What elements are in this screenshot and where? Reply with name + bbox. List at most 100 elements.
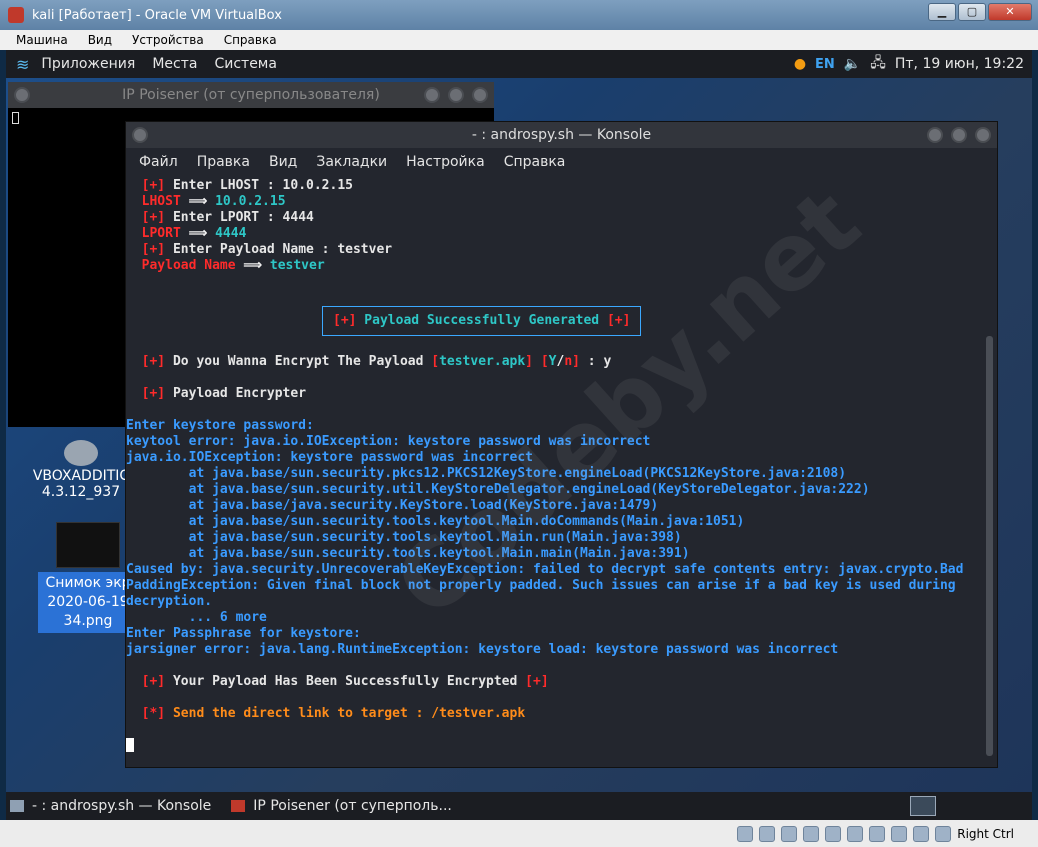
desktop-icon-vboxadditions[interactable]: VBOXADDITIC 4.3.12_937 (26, 440, 136, 500)
panel-menu-applications[interactable]: Приложения (41, 56, 135, 72)
top-panel: ≋ Приложения Места Система ● EN 🔈 🖧 Пт, … (6, 50, 1032, 78)
konsole-menu-settings[interactable]: Настройка (406, 154, 485, 170)
konsole-minimize-button[interactable] (927, 127, 943, 143)
terminal-line: [+] Payload Encrypter (141, 386, 307, 401)
terminal-line: Caused by: java.security.UnrecoverableKe… (126, 562, 964, 577)
terminal-line: [+] Enter Payload Name : testver (141, 242, 393, 257)
terminal-line: Enter keystore password: (126, 418, 314, 433)
bottom-taskbar: - : androspy.sh — Konsole IP Poisener (о… (6, 792, 1032, 820)
image-thumbnail-icon (56, 522, 120, 568)
ip-poisener-title: IP Poisener (от суперпользователя) (122, 87, 380, 103)
panel-clock[interactable]: Пт, 19 июн, 19:22 (895, 56, 1024, 72)
window-menu-icon[interactable] (14, 87, 30, 103)
terminal-line: Enter Passphrase for keystore: (126, 626, 361, 641)
konsole-menu-view[interactable]: Вид (269, 154, 297, 170)
konsole-title: - : androspy.sh — Konsole (471, 127, 652, 143)
maximize-button[interactable]: ▢ (958, 3, 986, 21)
desktop-icon-screenshot[interactable]: Снимок экр 2020-06-19 34.png (38, 522, 138, 633)
network-icon[interactable]: 🖧 (870, 52, 886, 76)
terminal-output[interactable]: [+] Enter LHOST : 10.0.2.15 LHOST ⟹ 10.0… (126, 176, 984, 767)
panel-menu-places[interactable]: Места (152, 56, 197, 72)
taskbar-item-ip-poisener[interactable]: IP Poisener (от суперполь... (231, 798, 452, 814)
display-icon[interactable] (869, 825, 886, 842)
konsole-menu-edit[interactable]: Правка (197, 154, 250, 170)
ip-poisener-titlebar: IP Poisener (от суперпользователя) (8, 82, 494, 108)
ip-minimize-button[interactable] (424, 87, 440, 103)
terminal-icon (10, 800, 24, 812)
success-banner: [+] Payload Successfully Generated [+] (322, 306, 642, 336)
taskbar-item-konsole[interactable]: - : androspy.sh — Konsole (10, 798, 211, 814)
desktop-icon-label: 4.3.12_937 (41, 484, 121, 500)
terminal-line: [*] Send the direct link to target : /te… (141, 706, 526, 721)
app-icon (231, 800, 246, 812)
terminal-cursor (126, 738, 134, 752)
minimize-button[interactable]: ▁ (928, 3, 956, 21)
network-adapter-icon[interactable] (803, 825, 820, 842)
ip-maximize-button[interactable] (448, 87, 464, 103)
window-menu-icon[interactable] (132, 127, 148, 143)
vbox-menu-machine[interactable]: Машина (16, 33, 68, 47)
ip-terminal-cursor (12, 112, 19, 124)
terminal-line: [+] Enter LPORT : 4444 (141, 210, 314, 225)
konsole-maximize-button[interactable] (951, 127, 967, 143)
terminal-line: jarsigner error: java.lang.RuntimeExcept… (126, 642, 839, 657)
scrollbar-thumb[interactable] (986, 336, 993, 756)
vbox-menu-view[interactable]: Вид (88, 33, 112, 47)
konsole-window: - : androspy.sh — Konsole Файл Правка Ви… (125, 121, 998, 768)
terminal-line: PaddingException: Given final block not … (126, 578, 956, 593)
capture-icon[interactable] (891, 825, 908, 842)
kali-menu-icon[interactable]: ≋ (16, 55, 29, 74)
floppy-icon[interactable] (781, 825, 798, 842)
ip-close-button[interactable] (472, 87, 488, 103)
terminal-line: [+] Payload Successfully Generated [+] (126, 306, 984, 338)
konsole-titlebar: - : androspy.sh — Konsole (126, 122, 997, 148)
vbox-menu-devices[interactable]: Устройства (132, 33, 204, 47)
terminal-line: at java.base/sun.security.tools.keytool.… (126, 546, 690, 561)
terminal-scrollbar[interactable] (986, 176, 993, 767)
vbox-menu-bar: Машина Вид Устройства Справка (0, 30, 1038, 50)
vbox-menu-help[interactable]: Справка (224, 33, 277, 47)
desktop-icon-label: Снимок экр 2020-06-19 34.png (38, 572, 138, 633)
terminal-line: at java.base/java.security.KeyStore.load… (126, 498, 659, 513)
konsole-menu-bookmarks[interactable]: Закладки (316, 154, 387, 170)
hdd-icon[interactable] (737, 825, 754, 842)
virtualbox-app-icon (8, 7, 24, 23)
terminal-line: keytool error: java.io.IOException: keys… (126, 434, 651, 449)
host-key-label: Right Ctrl (957, 826, 1014, 841)
terminal-line: Payload Name ⟹ testver (141, 258, 325, 273)
terminal-line: ... 6 more (126, 610, 267, 625)
usb-icon[interactable] (825, 825, 842, 842)
konsole-menu-file[interactable]: Файл (139, 154, 178, 170)
guest-desktop: ≋ Приложения Места Система ● EN 🔈 🖧 Пт, … (6, 50, 1032, 792)
mouse-integration-icon[interactable] (913, 825, 930, 842)
workspace-switcher[interactable] (910, 796, 936, 816)
terminal-line: [+] Enter LHOST : 10.0.2.15 (141, 178, 353, 193)
terminal-line: at java.base/sun.security.pkcs12.PKCS12K… (126, 466, 847, 481)
vbox-window-title: kali [Работает] - Oracle VM VirtualBox (32, 7, 282, 23)
volume-icon[interactable]: 🔈 (844, 56, 861, 72)
konsole-close-button[interactable] (975, 127, 991, 143)
vbox-status-bar: Right Ctrl (0, 820, 1038, 847)
tray-app-icon[interactable]: ● (794, 56, 806, 72)
terminal-line: LPORT ⟹ 4444 (141, 226, 247, 241)
keyboard-layout-indicator[interactable]: EN (815, 57, 835, 72)
terminal-cursor-line (126, 738, 984, 754)
panel-menu-system[interactable]: Система (214, 56, 276, 72)
terminal-line: at java.base/sun.security.tools.keytool.… (126, 514, 745, 529)
terminal-line: [+] Do you Wanna Encrypt The Payload [te… (141, 354, 612, 369)
close-button[interactable]: ✕ (988, 3, 1032, 21)
host-key-arrow-icon[interactable] (935, 825, 952, 842)
disc-icon (64, 440, 98, 466)
terminal-line: LHOST ⟹ 10.0.2.15 (141, 194, 286, 209)
konsole-menu-help[interactable]: Справка (504, 154, 566, 170)
terminal-line: java.io.IOException: keystore password w… (126, 450, 533, 465)
terminal-line: [+] Your Payload Has Been Successfully E… (141, 674, 549, 689)
desktop-icon-label: VBOXADDITIC (32, 468, 130, 484)
optical-drive-icon[interactable] (759, 825, 776, 842)
konsole-menu-bar: Файл Правка Вид Закладки Настройка Справ… (126, 148, 997, 176)
terminal-line: decryption. (126, 594, 213, 609)
terminal-line: at java.base/sun.security.util.KeyStoreD… (126, 482, 870, 497)
vbox-title-bar: kali [Работает] - Oracle VM VirtualBox ▁… (0, 0, 1038, 30)
shared-folders-icon[interactable] (847, 825, 864, 842)
terminal-line: at java.base/sun.security.tools.keytool.… (126, 530, 682, 545)
